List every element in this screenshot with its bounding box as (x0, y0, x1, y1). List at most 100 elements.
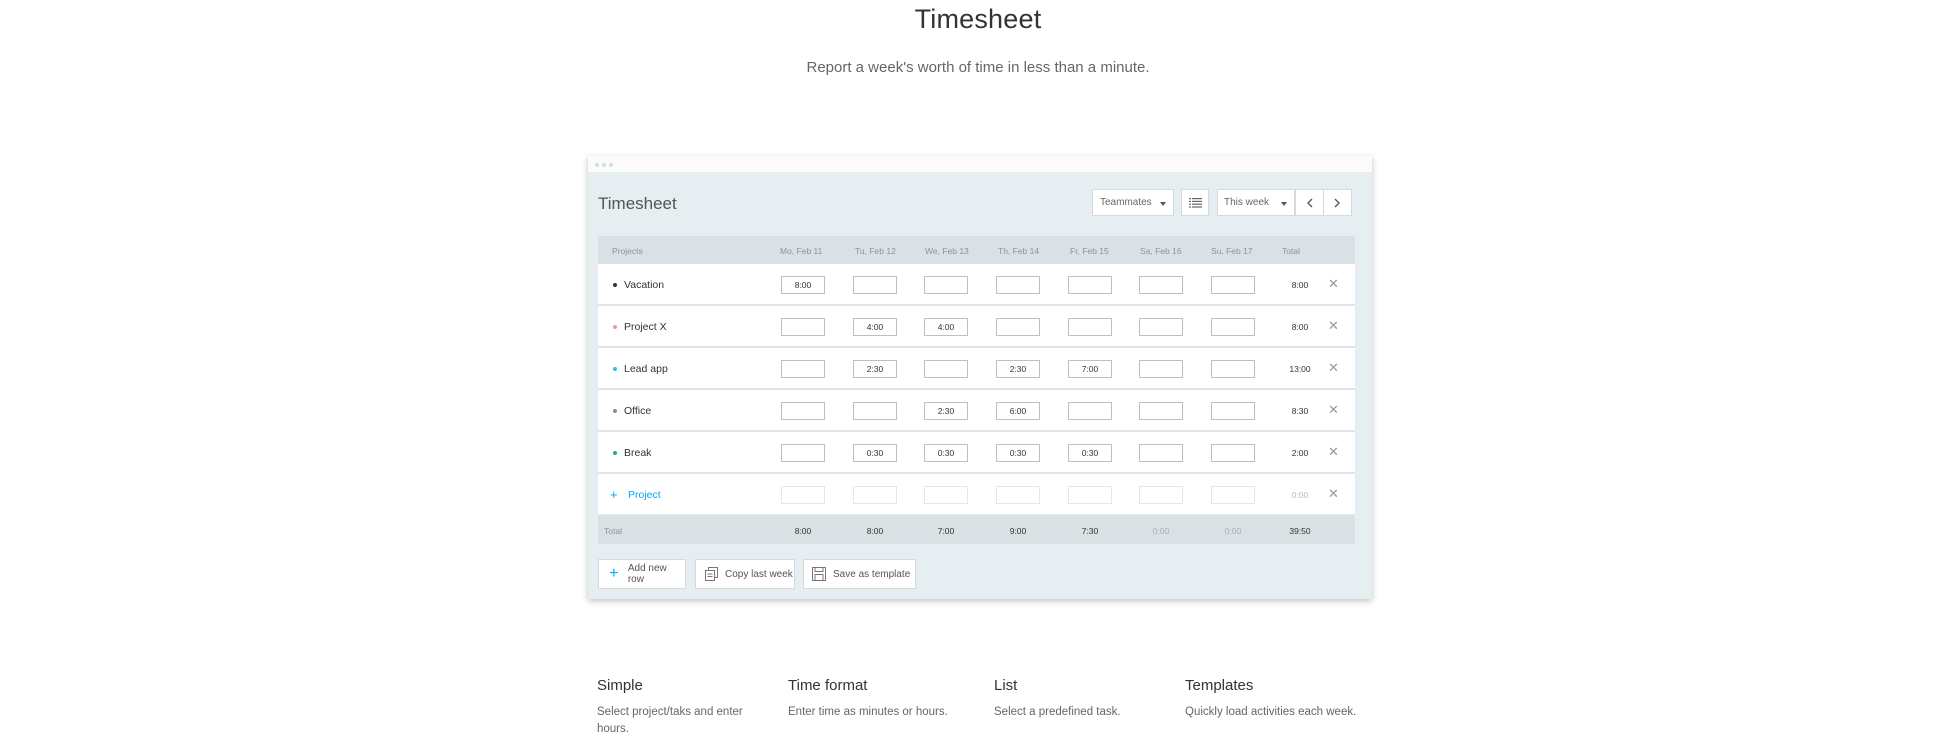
time-cell[interactable]: 4:00 (924, 318, 968, 336)
time-cell[interactable] (924, 276, 968, 294)
time-cell[interactable] (781, 318, 825, 336)
time-cell[interactable] (853, 402, 897, 420)
time-cell[interactable]: 8:00 (781, 276, 825, 294)
list-view-button[interactable] (1181, 189, 1209, 216)
time-cell[interactable] (1211, 360, 1255, 378)
close-icon[interactable]: ✕ (1328, 319, 1339, 332)
feature-templates: Templates Quickly load activities each w… (1185, 677, 1375, 721)
header-day: Su, Feb 17 (1211, 246, 1253, 256)
add-project-row: + Project 0:00 ✕ (598, 474, 1355, 516)
window-dot (609, 163, 613, 167)
project-name[interactable]: Lead app (624, 363, 668, 375)
feature-title: Simple (597, 677, 643, 694)
time-cell[interactable] (996, 486, 1040, 504)
feature-title: List (994, 677, 1018, 694)
time-cell[interactable] (1211, 276, 1255, 294)
row-total: 2:00 (1291, 448, 1309, 458)
time-cell[interactable] (1139, 444, 1183, 462)
plus-icon[interactable]: + (610, 487, 618, 502)
feature-time-format: Time format Enter time as minutes or hou… (788, 677, 968, 721)
time-cell[interactable] (1068, 486, 1112, 504)
project-name[interactable]: Project X (624, 321, 667, 333)
project-color-dot (613, 367, 617, 371)
time-cell[interactable]: 2:30 (853, 360, 897, 378)
footer-day-total: 8:00 (794, 526, 812, 536)
project-name[interactable]: Break (624, 447, 651, 459)
footer-total-label: Total (604, 526, 622, 536)
close-icon[interactable]: ✕ (1328, 403, 1339, 416)
time-cell[interactable] (996, 318, 1040, 336)
feature-text: Enter time as minutes or hours. (788, 706, 948, 718)
row-total: 0:00 (1291, 490, 1309, 500)
time-cell[interactable] (1068, 318, 1112, 336)
time-cell[interactable]: 7:00 (1068, 360, 1112, 378)
prev-week-button[interactable] (1295, 189, 1324, 216)
table-row: Office 2:30 6:00 8:30 ✕ (598, 390, 1355, 432)
time-cell[interactable] (853, 276, 897, 294)
time-cell[interactable] (1068, 402, 1112, 420)
teammates-dropdown[interactable]: Teammates (1092, 189, 1174, 216)
header-day: Sa, Feb 16 (1140, 246, 1182, 256)
time-cell[interactable] (781, 486, 825, 504)
time-cell[interactable] (781, 360, 825, 378)
time-cell[interactable]: 4:00 (853, 318, 897, 336)
time-cell[interactable] (1139, 402, 1183, 420)
copy-icon (704, 567, 718, 581)
close-icon[interactable]: ✕ (1328, 445, 1339, 458)
time-cell[interactable] (781, 444, 825, 462)
time-cell[interactable]: 0:30 (924, 444, 968, 462)
project-name[interactable]: Vacation (624, 279, 664, 291)
time-cell[interactable] (996, 276, 1040, 294)
footer-day-total: 0:00 (1224, 526, 1242, 536)
time-cell[interactable] (924, 360, 968, 378)
time-cell[interactable] (1068, 276, 1112, 294)
date-range-dropdown[interactable]: This week (1217, 189, 1295, 216)
close-icon[interactable]: ✕ (1328, 487, 1339, 500)
row-total: 13:00 (1289, 364, 1311, 374)
time-cell[interactable] (1211, 486, 1255, 504)
time-cell[interactable] (781, 402, 825, 420)
header-day: Mo, Feb 11 (780, 246, 823, 256)
table-body: Vacation 8:00 8:00 ✕ Project X 4:00 4:00 8:00 ✕ L… (598, 264, 1355, 474)
time-cell[interactable]: 2:30 (996, 360, 1040, 378)
header-total: Total (1282, 246, 1300, 256)
time-cell[interactable] (1139, 486, 1183, 504)
time-cell[interactable] (853, 486, 897, 504)
time-cell[interactable]: 6:00 (996, 402, 1040, 420)
time-cell[interactable] (1139, 276, 1183, 294)
project-name[interactable]: Office (624, 405, 651, 417)
time-cell[interactable] (1139, 360, 1183, 378)
next-week-button[interactable] (1323, 189, 1352, 216)
close-icon[interactable]: ✕ (1328, 277, 1339, 290)
time-cell[interactable]: 0:30 (1068, 444, 1112, 462)
save-as-template-label: Save as template (833, 568, 911, 580)
footer-day-total: 8:00 (866, 526, 884, 536)
header-day: Th, Feb 14 (998, 246, 1040, 256)
time-cell[interactable] (1211, 402, 1255, 420)
copy-last-week-button[interactable]: Copy last week (695, 559, 795, 589)
row-total: 8:00 (1291, 280, 1309, 290)
time-cell[interactable]: 0:30 (996, 444, 1040, 462)
save-icon (812, 567, 826, 581)
table-row: Lead app 2:30 2:30 7:00 13:00 ✕ (598, 348, 1355, 390)
table-row: Vacation 8:00 8:00 ✕ (598, 264, 1355, 306)
feature-list: List Select a predefined task. (994, 677, 1174, 721)
time-cell[interactable] (1139, 318, 1183, 336)
time-cell[interactable] (924, 486, 968, 504)
add-new-row-button[interactable]: + Add new row (598, 559, 686, 589)
time-cell[interactable] (1211, 318, 1255, 336)
table-footer: Total 8:00 8:00 7:00 9:00 7:30 0:00 0:00… (598, 516, 1355, 544)
footer-grand-total: 39:50 (1289, 526, 1311, 536)
table-row: Break 0:30 0:30 0:30 0:30 2:00 ✕ (598, 432, 1355, 474)
footer-day-total: 7:30 (1081, 526, 1099, 536)
time-cell[interactable]: 2:30 (924, 402, 968, 420)
table-row: Project X 4:00 4:00 8:00 ✕ (598, 306, 1355, 348)
close-icon[interactable]: ✕ (1328, 361, 1339, 374)
header-day: Tu, Feb 12 (855, 246, 896, 256)
time-cell[interactable] (1211, 444, 1255, 462)
save-as-template-button[interactable]: Save as template (803, 559, 916, 589)
add-project-link[interactable]: Project (628, 489, 661, 501)
row-total: 8:00 (1291, 322, 1309, 332)
feature-simple: Simple Select project/taks and enter hou… (597, 677, 757, 738)
time-cell[interactable]: 0:30 (853, 444, 897, 462)
